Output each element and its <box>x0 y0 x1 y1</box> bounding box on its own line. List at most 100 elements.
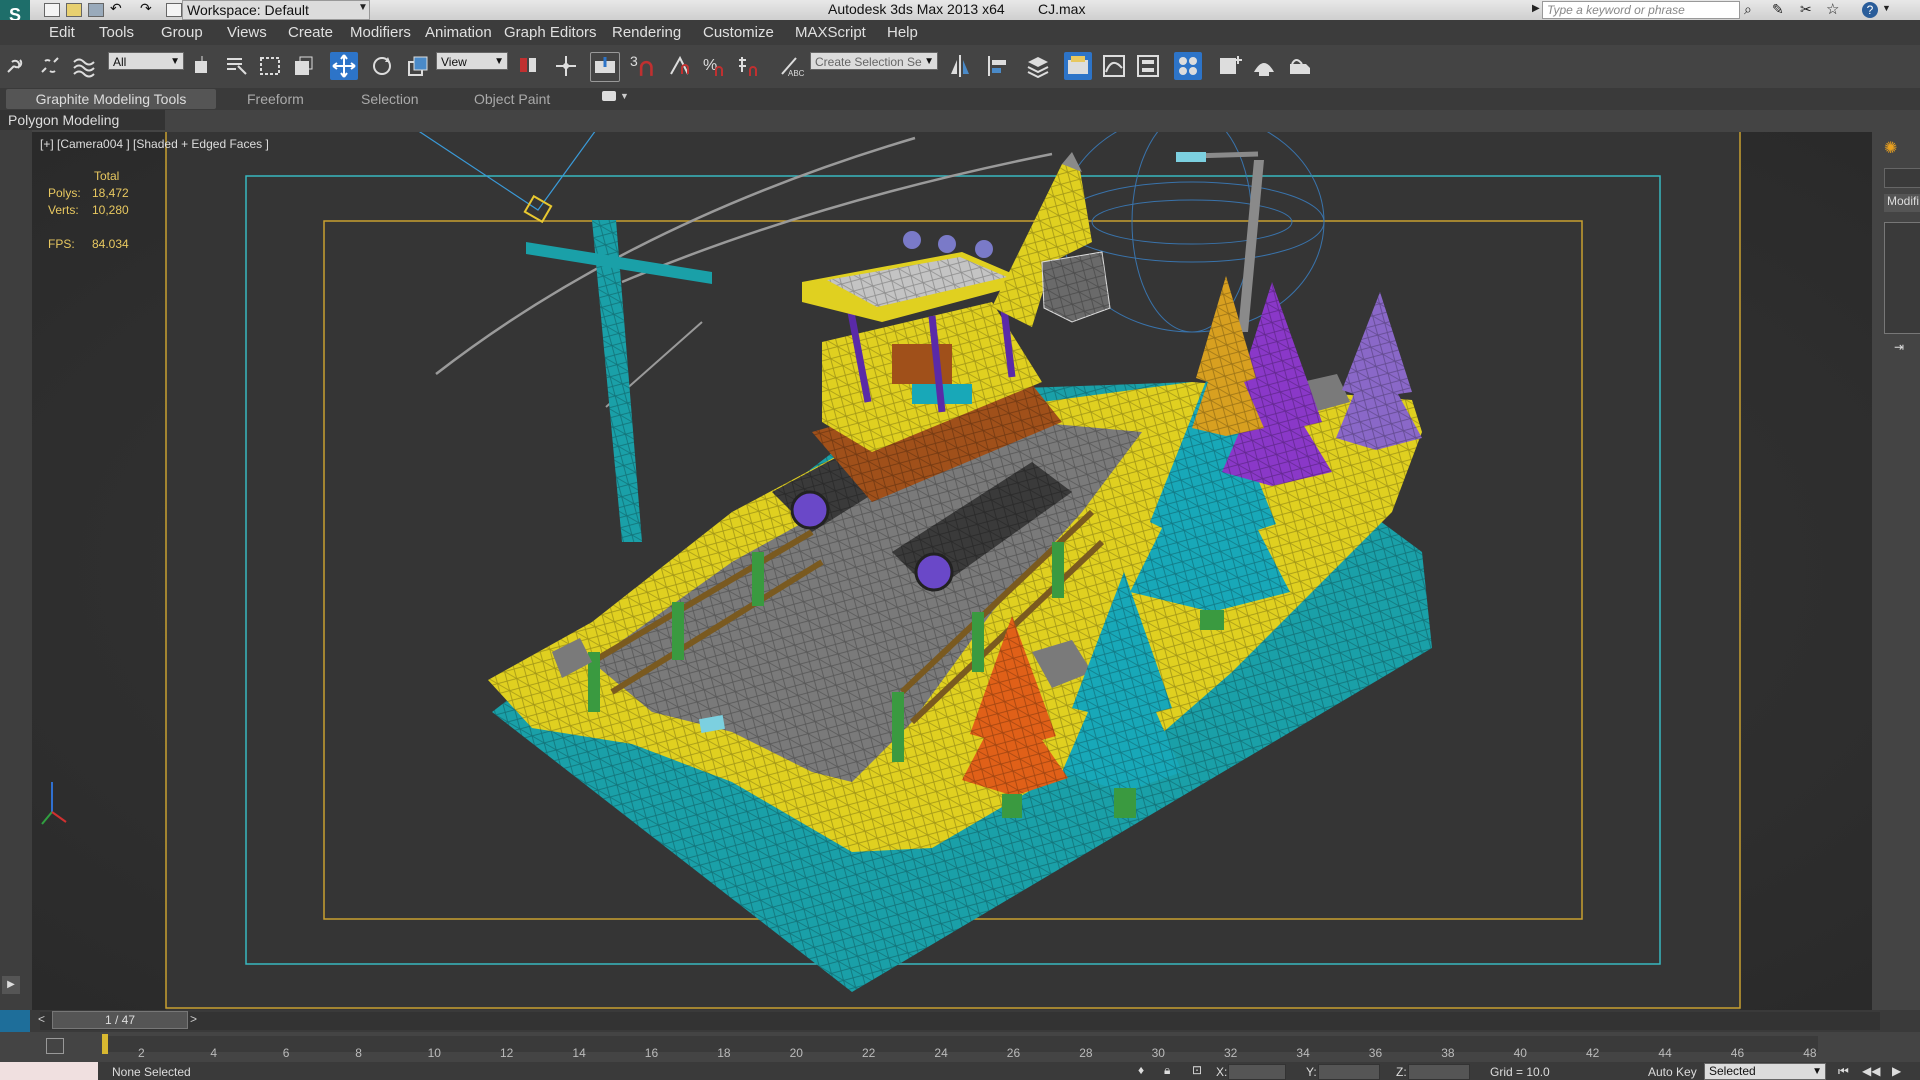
new-file-icon[interactable] <box>44 3 60 17</box>
menu-edit[interactable]: Edit <box>49 24 75 41</box>
named-selection-dropdown[interactable]: Create Selection Se ▼ <box>810 52 938 70</box>
percent-snap-icon[interactable]: % <box>700 52 728 80</box>
workspace-dropdown[interactable]: Workspace: Default <box>182 0 370 20</box>
time-slider-prev[interactable]: < <box>38 1012 45 1026</box>
menu-customize[interactable]: Customize <box>703 24 774 41</box>
menu-views[interactable]: Views <box>227 24 267 41</box>
communication-icon[interactable]: ✂ <box>1800 1 1812 18</box>
time-slider-next[interactable]: > <box>190 1012 197 1026</box>
workspace-dropdown-arrow-icon[interactable]: ▼ <box>358 2 368 13</box>
render-setup-icon[interactable] <box>1216 52 1244 80</box>
track-bar-toggle-icon[interactable] <box>46 1038 64 1054</box>
x-coordinate-field[interactable] <box>1228 1064 1286 1080</box>
help-dropdown-icon[interactable]: ▼ <box>1882 3 1891 13</box>
material-editor-icon[interactable] <box>1174 52 1202 80</box>
menu-maxscript[interactable]: MAXScript <box>795 24 866 41</box>
current-frame-marker[interactable] <box>102 1034 108 1054</box>
bind-to-space-warp-icon[interactable] <box>70 52 98 80</box>
modifier-list[interactable] <box>1884 222 1920 334</box>
select-object-icon[interactable] <box>188 52 216 80</box>
reference-coordinate-dropdown[interactable]: View ▼ <box>436 52 508 70</box>
absolute-mode-icon[interactable]: ⊡ <box>1192 1063 1202 1077</box>
menu-create[interactable]: Create <box>288 24 333 41</box>
sun-light-icon[interactable]: ✺ <box>1884 138 1897 158</box>
isolate-selection-icon[interactable]: ♦ <box>1138 1063 1144 1077</box>
search-input[interactable]: Type a keyword or phrase <box>1542 1 1740 19</box>
select-and-link-icon[interactable] <box>2 52 30 80</box>
go-to-start-icon[interactable]: ⏮ <box>1838 1064 1849 1079</box>
play-icon[interactable]: ▶ <box>1892 1064 1901 1078</box>
chevron-down-icon: ▼ <box>494 56 504 67</box>
unlink-selection-icon[interactable] <box>36 52 64 80</box>
key-filter-dropdown[interactable]: Selected ▼ <box>1704 1063 1826 1080</box>
tab-graphite-modeling-tools[interactable]: Graphite Modeling Tools <box>6 89 216 109</box>
ribbon-options-dropdown-icon[interactable]: ▼ <box>620 91 629 101</box>
y-coordinate-field[interactable] <box>1318 1064 1380 1080</box>
z-coordinate-field[interactable] <box>1408 1064 1470 1080</box>
stats-header: Total <box>94 169 120 183</box>
tab-freeform[interactable]: Freeform <box>247 91 304 107</box>
viewport-label[interactable]: [+] [Camera004 ] [Shaded + Edged Faces ] <box>40 137 269 151</box>
spinner-snap-icon[interactable] <box>734 52 762 80</box>
select-and-move-icon[interactable] <box>330 52 358 80</box>
help-icon[interactable]: ? <box>1862 2 1878 18</box>
select-and-rotate-icon[interactable] <box>368 52 396 80</box>
selection-filter-dropdown[interactable]: All ▼ <box>108 52 184 70</box>
curve-editor-icon[interactable] <box>1100 52 1128 80</box>
menu-rendering[interactable]: Rendering <box>612 24 681 41</box>
panel-field[interactable] <box>1884 168 1920 188</box>
mirror-icon[interactable] <box>946 52 974 80</box>
redo-icon[interactable]: ↷ <box>140 0 152 17</box>
window-crossing-icon[interactable] <box>290 52 318 80</box>
modifier-tab[interactable]: Modifi <box>1884 194 1920 212</box>
rectangular-selection-region-icon[interactable] <box>256 52 284 80</box>
time-slider-track[interactable] <box>40 1012 1880 1030</box>
schematic-view-icon[interactable] <box>1134 52 1162 80</box>
menu-modifiers[interactable]: Modifiers <box>350 24 411 41</box>
x-label: X: <box>1216 1065 1228 1079</box>
save-file-icon[interactable] <box>88 3 104 17</box>
rendered-frame-window-icon[interactable] <box>1250 52 1278 80</box>
graphite-modeling-tools-toggle-icon[interactable] <box>1064 52 1092 80</box>
menu-group[interactable]: Group <box>161 24 203 41</box>
maxscript-listener[interactable] <box>0 1062 98 1080</box>
open-file-icon[interactable] <box>66 3 82 17</box>
manage-layers-icon[interactable] <box>1024 52 1052 80</box>
track-bar-tick-label: 34 <box>1296 1046 1310 1060</box>
track-bar-tick-label: 12 <box>500 1046 514 1060</box>
favorites-star-icon[interactable]: ☆ <box>1826 0 1839 18</box>
previous-frame-icon[interactable]: ◀◀ <box>1862 1064 1880 1078</box>
frame-counter: 1 / 47 <box>104 1013 136 1027</box>
undo-icon[interactable]: ↶ <box>110 0 122 17</box>
ribbon-panel-polygon-modeling[interactable]: Polygon Modeling <box>0 110 165 130</box>
select-and-scale-icon[interactable] <box>404 52 432 80</box>
project-folder-icon[interactable] <box>166 3 182 17</box>
pin-stack-icon[interactable]: ⇥ <box>1894 340 1904 354</box>
snap-toggle-icon[interactable]: 3 <box>630 53 662 81</box>
track-bar-tick-label: 4 <box>210 1046 218 1060</box>
select-by-name-icon[interactable] <box>222 52 250 80</box>
render-production-icon[interactable] <box>1286 52 1314 80</box>
binoculars-icon[interactable]: ⌕ <box>1744 1 1752 18</box>
subscription-icon[interactable]: ✎ <box>1772 1 1784 18</box>
angle-snap-icon[interactable] <box>666 52 694 80</box>
menu-tools[interactable]: Tools <box>99 24 134 41</box>
expand-panel-arrow-icon[interactable]: ▶ <box>2 976 20 994</box>
camera-viewport[interactable]: [+] [Camera004 ] [Shaded + Edged Faces ]… <box>32 132 1872 1010</box>
edit-named-selection-icon[interactable]: ABC <box>776 52 805 80</box>
tab-selection[interactable]: Selection <box>361 91 419 107</box>
time-slider-thumb[interactable]: 1 / 47 <box>52 1011 188 1029</box>
auto-key-button[interactable]: Auto Key <box>1648 1065 1697 1079</box>
align-icon[interactable] <box>984 52 1012 80</box>
lock-selection-icon[interactable]: 🔒︎ <box>1164 1063 1170 1078</box>
tab-object-paint[interactable]: Object Paint <box>474 91 550 107</box>
mini-curve-editor-icon[interactable] <box>0 1010 30 1032</box>
select-and-manipulate-icon[interactable] <box>552 52 580 80</box>
menu-help[interactable]: Help <box>887 24 918 41</box>
search-expand-icon[interactable]: ▶ <box>1532 3 1540 14</box>
menu-animation[interactable]: Animation <box>425 24 492 41</box>
menu-graph-editors[interactable]: Graph Editors <box>504 24 597 41</box>
pivot-center-icon[interactable] <box>514 52 542 80</box>
keyboard-shortcut-override-icon[interactable] <box>590 52 620 82</box>
ribbon-options-icon[interactable] <box>602 91 616 101</box>
